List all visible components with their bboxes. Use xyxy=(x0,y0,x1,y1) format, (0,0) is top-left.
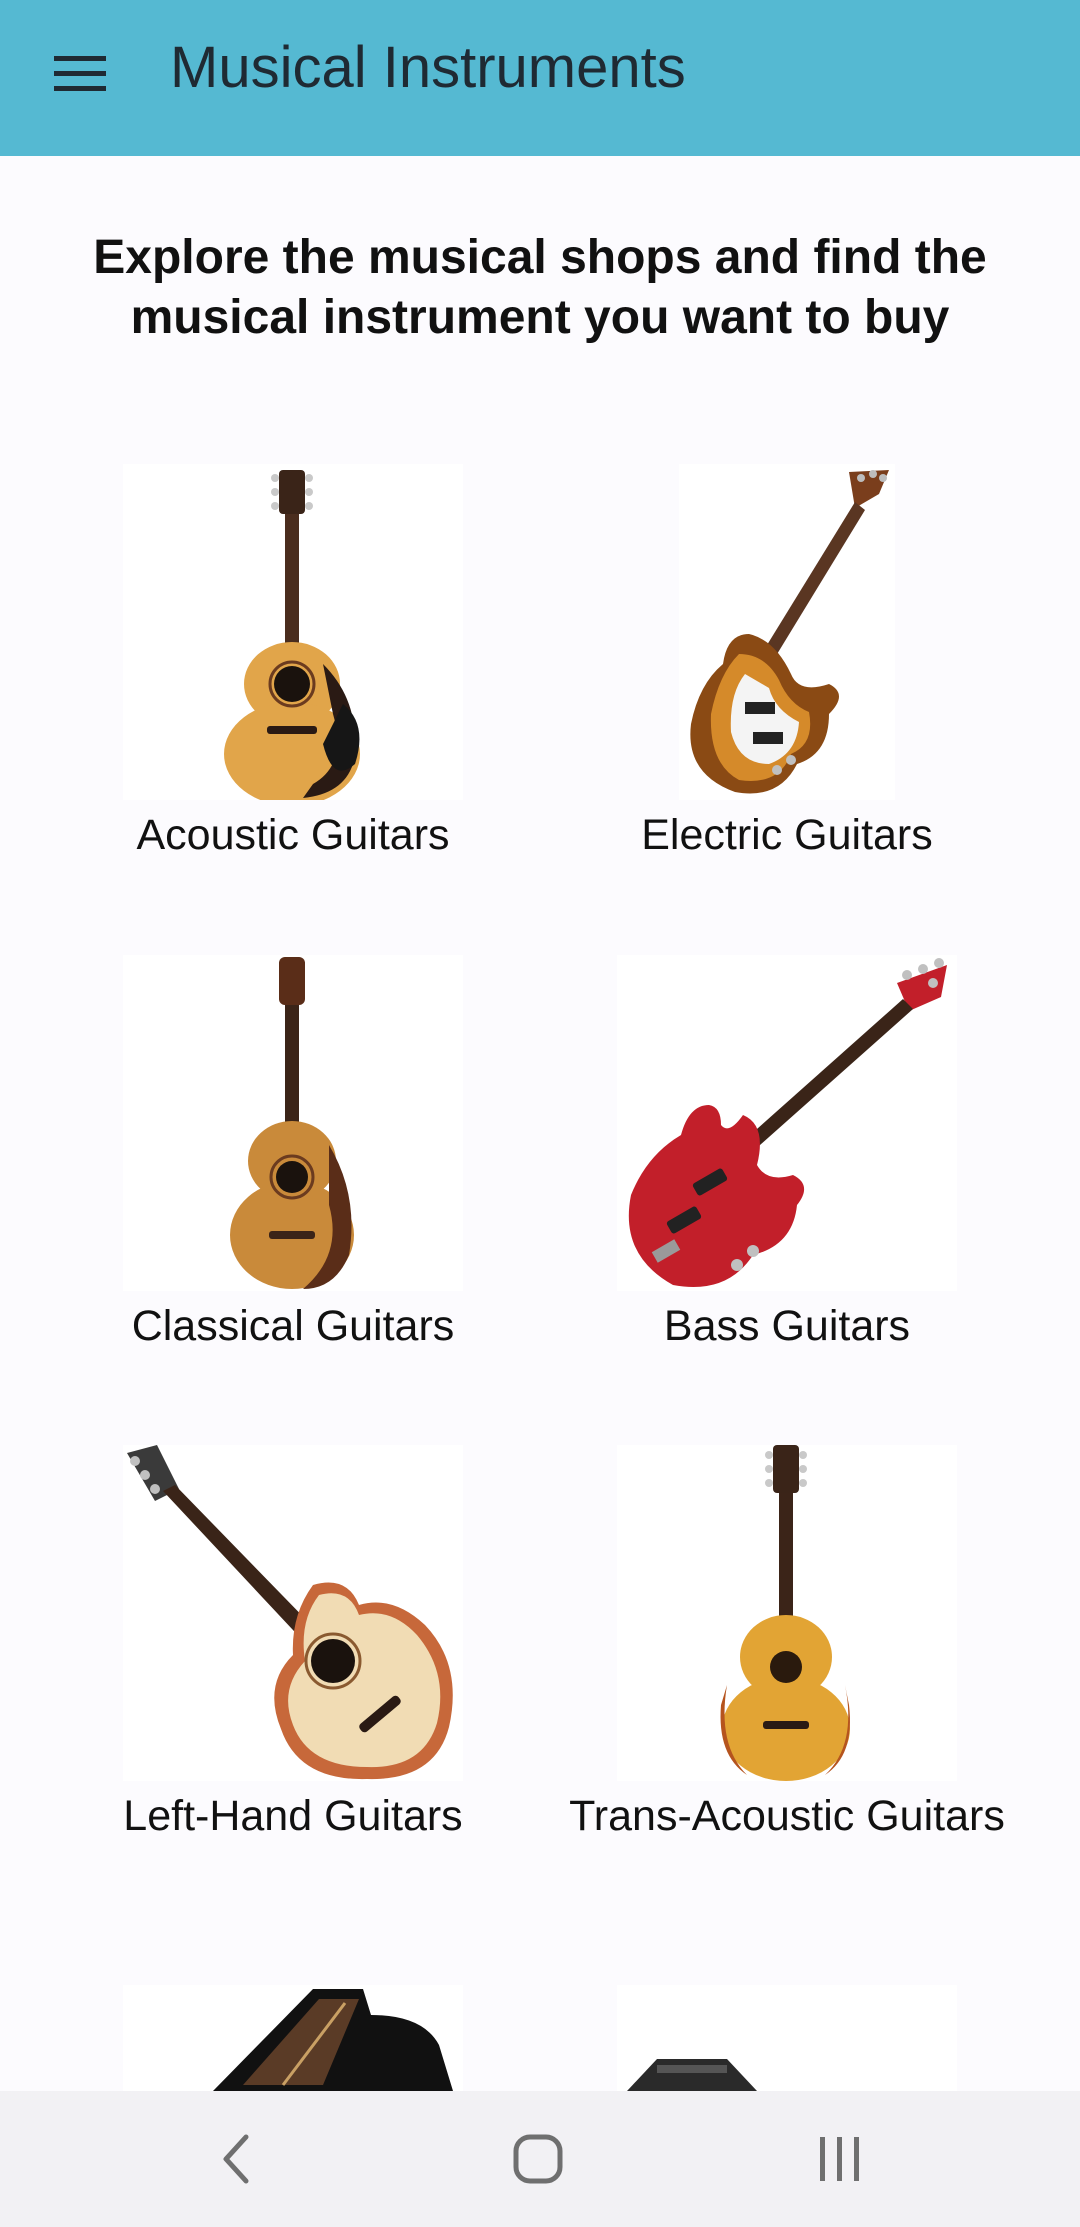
home-button[interactable] xyxy=(478,2119,598,2199)
app-bar: Musical Instruments xyxy=(0,0,1080,156)
page-heading: Explore the musical shops and find the m… xyxy=(93,231,987,344)
left-hand-guitar-image xyxy=(123,1445,463,1781)
category-bass-guitars[interactable]: Bass Guitars xyxy=(547,955,1027,1355)
app-title: Musical Instruments xyxy=(170,35,686,100)
home-icon xyxy=(513,2134,563,2184)
category-piano[interactable] xyxy=(53,1985,533,2091)
recents-button[interactable] xyxy=(780,2119,900,2199)
menu-button[interactable] xyxy=(30,24,130,124)
keyboard-image xyxy=(617,1985,957,2091)
hamburger-menu-icon xyxy=(54,56,106,91)
bass-guitar-image xyxy=(617,955,957,1291)
trans-acoustic-guitar-image xyxy=(617,1445,957,1781)
system-navigation-bar xyxy=(0,2091,1080,2227)
app-screen: Musical Instruments Explore the musical … xyxy=(0,0,1080,2227)
category-trans-acoustic-guitars[interactable]: Trans-Acoustic Guitars xyxy=(547,1445,1027,1895)
category-label: Classical Guitars xyxy=(131,1302,455,1350)
category-label: Bass Guitars xyxy=(663,1302,911,1350)
category-left-hand-guitars[interactable]: Left-Hand Guitars xyxy=(53,1445,533,1895)
back-button[interactable] xyxy=(176,2119,296,2199)
category-classical-guitars[interactable]: Classical Guitars xyxy=(53,955,533,1355)
category-label: Acoustic Guitars xyxy=(136,811,450,859)
electric-guitar-image xyxy=(679,464,895,800)
category-label: Left-Hand Guitars xyxy=(123,1792,463,1840)
category-label: Trans-Acoustic Guitars xyxy=(569,1792,1005,1840)
category-acoustic-guitars[interactable]: Acoustic Guitars xyxy=(53,464,533,864)
recents-icon xyxy=(820,2137,859,2181)
back-icon xyxy=(223,2134,249,2184)
category-keyboard[interactable] xyxy=(547,1985,1027,2091)
category-electric-guitars[interactable]: Electric Guitars xyxy=(547,464,1027,864)
acoustic-guitar-image xyxy=(123,464,463,800)
grand-piano-image xyxy=(123,1985,463,2091)
category-label: Electric Guitars xyxy=(641,811,933,859)
classical-guitar-image xyxy=(123,955,463,1291)
